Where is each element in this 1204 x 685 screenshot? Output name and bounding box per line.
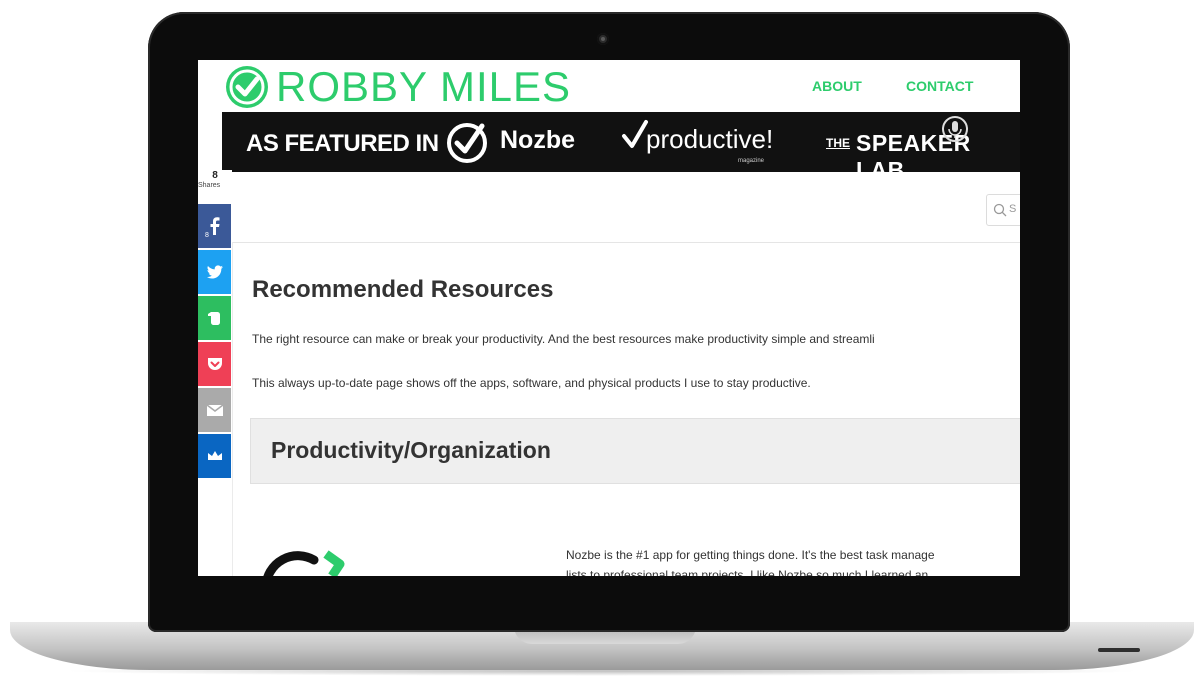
search-icon [993,203,1007,217]
section-header: Productivity/Organization [250,418,1020,484]
evernote-icon [207,312,220,325]
nozbe-logo-icon[interactable] [256,546,356,576]
page-title: Recommended Resources [252,276,554,303]
nav-about-link[interactable]: ABOUT [812,78,862,94]
share-evernote-button[interactable] [198,296,231,340]
share-facebook-button[interactable]: 8 [198,204,231,248]
featured-banner: AS FEATURED IN Nozbe productive! magazin… [222,112,1020,172]
microphone-icon [942,116,968,142]
share-crown-button[interactable] [198,434,231,478]
share-sidebar: 8 Shares 8 [198,170,232,480]
site-header: ROBBY MILES ABOUT CONTACT [198,60,1020,112]
speaker-lab-the: THE [826,136,850,150]
facebook-share-count: 8 [205,232,209,239]
crown-icon [207,451,222,460]
share-label: Shares [198,182,221,189]
share-count: 8 [212,170,218,181]
intro-paragraph-2: This always up-to-date page shows off th… [252,376,811,390]
site-logo-text[interactable]: ROBBY MILES [276,64,571,110]
productive-magazine-label: magazine [738,158,765,164]
email-icon [206,404,223,416]
share-twitter-button[interactable] [198,250,231,294]
nav-contact-link[interactable]: CONTACT [906,78,973,94]
featured-label: AS FEATURED IN [246,130,439,157]
check-circle-logo-icon[interactable] [224,64,270,110]
nozbe-description: Nozbe is the #1 app for getting things d… [566,548,935,562]
nozbe-brand: Nozbe [500,126,575,154]
nozbe-check-icon [447,123,487,163]
share-email-button[interactable] [198,388,231,432]
search-row: S [232,172,1020,243]
search-input[interactable]: S [986,194,1020,226]
twitter-icon [206,265,223,279]
share-pocket-button[interactable] [198,342,231,386]
speaker-lab-brand: SPEAKER LAB [856,130,971,172]
content-divider [232,242,233,576]
intro-paragraph: The right resource can make or break you… [252,332,875,346]
webcam-icon [597,33,609,45]
productive-brand: productive! [646,124,774,154]
pocket-icon [207,358,222,370]
browser-screen: ROBBY MILES ABOUT CONTACT AS FEATURED IN… [198,60,1020,576]
laptop-indicator [1098,648,1140,652]
nozbe-description-2: lists to professional team projects. I l… [566,568,929,576]
section-title: Productivity/Organization [271,437,551,463]
search-placeholder: S [1009,203,1017,215]
